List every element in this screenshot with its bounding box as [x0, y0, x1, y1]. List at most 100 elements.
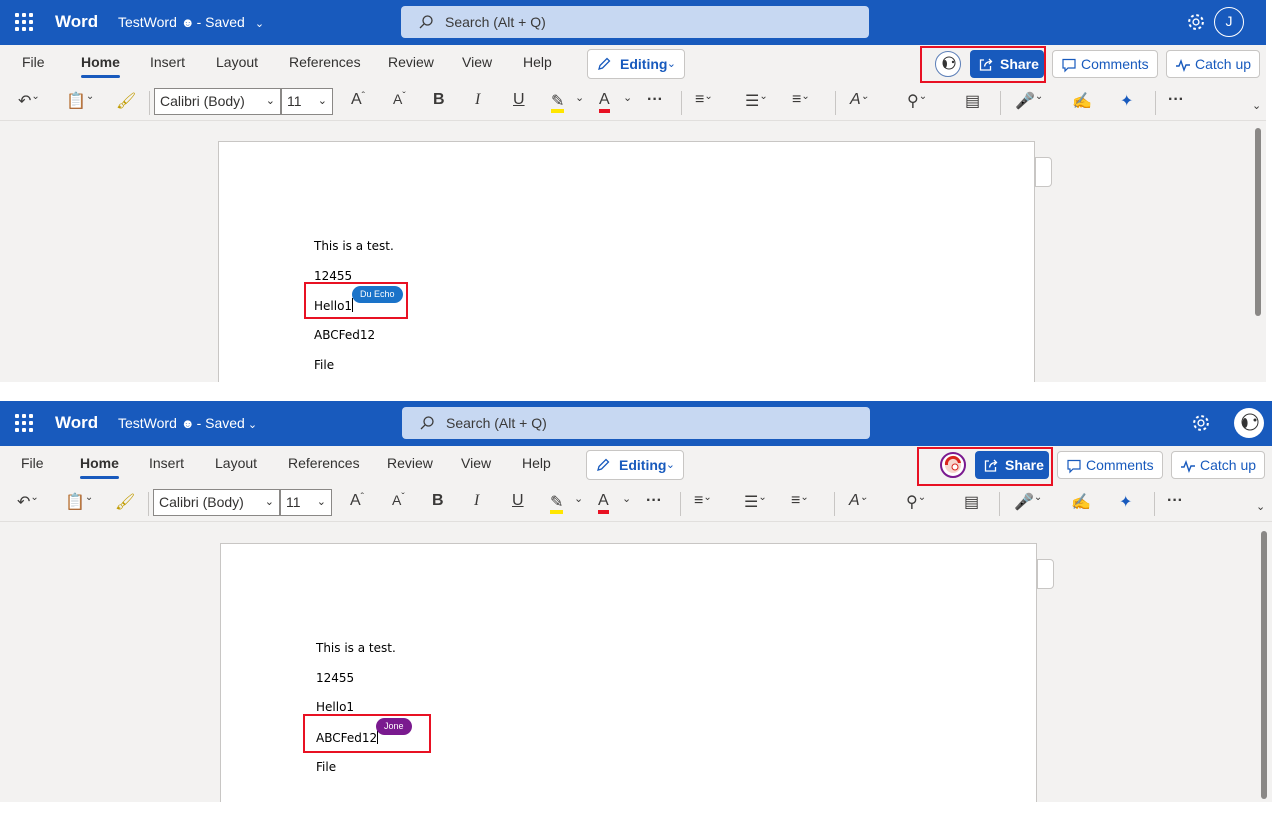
- tab-review[interactable]: Review: [387, 455, 433, 471]
- doc-line[interactable]: File: [314, 358, 334, 372]
- highlighter-icon[interactable]: ✎: [551, 91, 565, 113]
- collapse-ribbon-icon[interactable]: ⌄: [1252, 99, 1261, 123]
- document-title[interactable]: TestWord ☻ - Saved ⌄: [118, 415, 257, 431]
- comments-button[interactable]: Comments: [1052, 50, 1158, 78]
- collapse-ribbon-icon[interactable]: ⌄: [1256, 500, 1265, 524]
- shrink-font-icon[interactable]: Aˇ: [392, 492, 405, 516]
- styles-icon[interactable]: A⌄: [849, 492, 868, 516]
- doc-line[interactable]: This is a test.: [314, 239, 394, 253]
- tab-references[interactable]: References: [288, 455, 360, 471]
- reuse-files-icon[interactable]: ▤: [964, 492, 979, 516]
- more-options-icon[interactable]: ···: [1167, 492, 1183, 516]
- chevron-down-icon[interactable]: ⌄: [574, 492, 583, 516]
- grow-font-icon[interactable]: Aˆ: [351, 91, 365, 115]
- clipboard-icon[interactable]: 📋⌄: [66, 91, 94, 115]
- chevron-down-icon[interactable]: ⌄: [248, 419, 257, 431]
- tab-view[interactable]: View: [461, 455, 491, 471]
- tab-home[interactable]: Home: [81, 54, 120, 78]
- chevron-down-icon[interactable]: ⌄: [622, 492, 631, 516]
- dictate-microphone-icon[interactable]: 🎤⌄: [1015, 91, 1043, 115]
- doc-line[interactable]: ABCFed12: [314, 328, 375, 342]
- doc-line[interactable]: Hello1: [316, 700, 354, 714]
- app-name[interactable]: Word: [55, 12, 98, 32]
- more-font-options-icon[interactable]: ···: [646, 492, 662, 516]
- font-name-select[interactable]: Calibri (Body) ⌄: [153, 489, 280, 516]
- font-size-select[interactable]: 11 ⌄: [280, 489, 332, 516]
- tab-references[interactable]: References: [289, 54, 361, 70]
- tab-view[interactable]: View: [462, 54, 492, 70]
- chevron-down-icon[interactable]: ⌄: [623, 91, 632, 115]
- app-launcher-icon[interactable]: [15, 13, 33, 31]
- doc-line[interactable]: 12455: [316, 671, 354, 685]
- tab-file[interactable]: File: [22, 54, 45, 70]
- search-box[interactable]: Search (Alt + Q): [402, 407, 870, 439]
- bullets-icon[interactable]: ≡⌄: [694, 492, 712, 516]
- align-icon[interactable]: ≡⌄: [791, 492, 809, 516]
- find-icon[interactable]: ⚲⌄: [907, 91, 927, 115]
- align-icon[interactable]: ≡⌄: [792, 91, 810, 115]
- settings-gear-icon[interactable]: [1190, 412, 1212, 434]
- highlighter-icon[interactable]: ✎: [550, 492, 564, 514]
- doc-line[interactable]: This is a test.: [316, 641, 396, 655]
- italic-button[interactable]: I: [474, 492, 479, 516]
- font-name-select[interactable]: Calibri (Body) ⌄: [154, 88, 281, 115]
- document-page[interactable]: This is a test. 12455 Hello1 ABCFed12 Jo…: [220, 543, 1037, 802]
- vertical-scrollbar[interactable]: [1261, 531, 1267, 799]
- underline-button[interactable]: U: [512, 492, 524, 516]
- more-font-options-icon[interactable]: ···: [647, 91, 663, 115]
- italic-button[interactable]: I: [475, 91, 480, 115]
- tab-insert[interactable]: Insert: [150, 54, 185, 70]
- numbering-icon[interactable]: ☰⌄: [745, 91, 768, 115]
- tab-layout[interactable]: Layout: [215, 455, 257, 471]
- comment-margin-tab[interactable]: [1037, 559, 1054, 589]
- find-icon[interactable]: ⚲⌄: [906, 492, 926, 516]
- undo-icon[interactable]: ↶⌄: [17, 492, 39, 516]
- format-painter-icon[interactable]: 🖌: [116, 91, 136, 115]
- vertical-scrollbar[interactable]: [1255, 128, 1261, 316]
- doc-line[interactable]: File: [316, 760, 336, 774]
- format-painter-icon[interactable]: 🖌: [115, 492, 135, 516]
- chevron-down-icon[interactable]: ⌄: [255, 18, 264, 30]
- document-title[interactable]: TestWord ☻ - Saved ⌄: [118, 14, 264, 30]
- catch-up-button[interactable]: Catch up: [1166, 50, 1260, 78]
- more-options-icon[interactable]: ···: [1168, 91, 1184, 115]
- tab-layout[interactable]: Layout: [216, 54, 258, 70]
- user-avatar[interactable]: [1234, 408, 1264, 438]
- designer-wand-icon[interactable]: ✦: [1120, 91, 1133, 115]
- comment-margin-tab[interactable]: [1035, 157, 1052, 187]
- bullets-icon[interactable]: ≡⌄: [695, 91, 713, 115]
- reuse-files-icon[interactable]: ▤: [965, 91, 980, 115]
- designer-wand-icon[interactable]: ✦: [1119, 492, 1132, 516]
- document-name[interactable]: TestWord: [118, 14, 177, 30]
- doc-line[interactable]: 12455: [314, 269, 352, 283]
- tab-insert[interactable]: Insert: [149, 455, 184, 471]
- undo-icon[interactable]: ↶⌄: [18, 91, 40, 115]
- comments-button[interactable]: Comments: [1057, 451, 1163, 479]
- tab-help[interactable]: Help: [523, 54, 552, 70]
- editing-mode-button[interactable]: Editing ⌄: [586, 450, 684, 480]
- tab-review[interactable]: Review: [388, 54, 434, 70]
- bold-button[interactable]: B: [433, 91, 445, 115]
- user-avatar[interactable]: J: [1214, 7, 1244, 37]
- styles-icon[interactable]: A⌄: [850, 91, 869, 115]
- dictate-microphone-icon[interactable]: 🎤⌄: [1014, 492, 1042, 516]
- editor-icon[interactable]: ✍: [1071, 492, 1091, 516]
- editing-mode-button[interactable]: Editing ⌄: [587, 49, 685, 79]
- tab-help[interactable]: Help: [522, 455, 551, 471]
- tab-file[interactable]: File: [21, 455, 44, 471]
- tab-home[interactable]: Home: [80, 455, 119, 479]
- document-page[interactable]: This is a test. 12455 Hello1 Du Echo ABC…: [218, 141, 1035, 382]
- shrink-font-icon[interactable]: Aˇ: [393, 91, 406, 115]
- search-box[interactable]: Search (Alt + Q): [401, 6, 869, 38]
- grow-font-icon[interactable]: Aˆ: [350, 492, 364, 516]
- font-size-select[interactable]: 11 ⌄: [281, 88, 333, 115]
- app-name[interactable]: Word: [55, 413, 98, 433]
- app-launcher-icon[interactable]: [15, 414, 33, 432]
- settings-gear-icon[interactable]: [1185, 11, 1207, 33]
- catch-up-button[interactable]: Catch up: [1171, 451, 1265, 479]
- chevron-down-icon[interactable]: ⌄: [575, 91, 584, 115]
- bold-button[interactable]: B: [432, 492, 444, 516]
- font-color-button[interactable]: A: [598, 492, 609, 514]
- underline-button[interactable]: U: [513, 91, 525, 115]
- font-color-button[interactable]: A: [599, 91, 610, 113]
